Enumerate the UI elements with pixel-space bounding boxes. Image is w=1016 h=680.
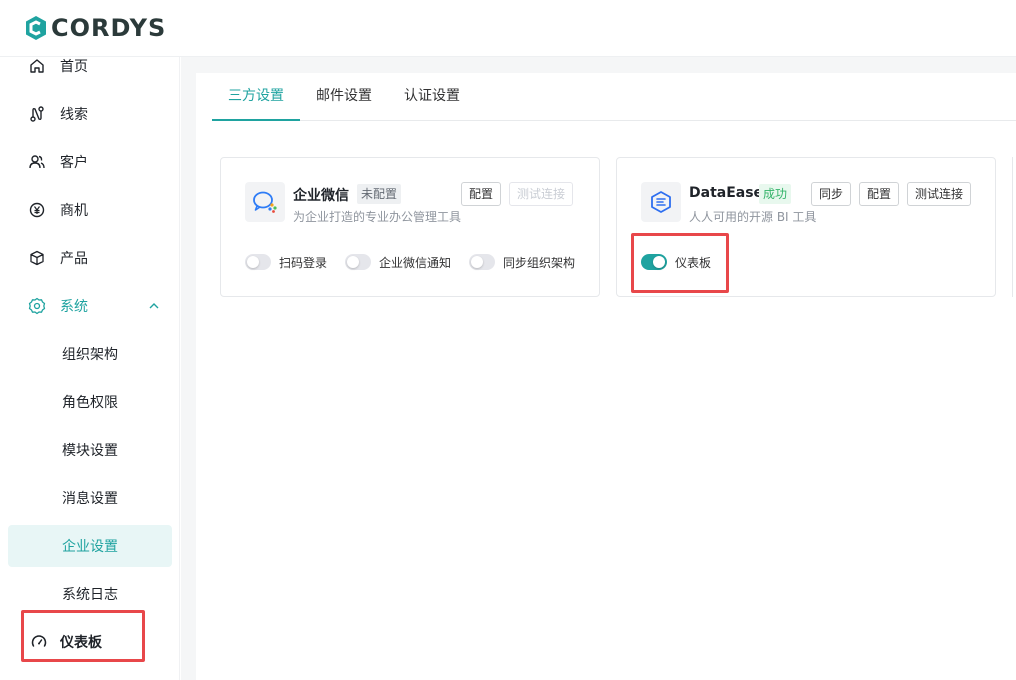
gear-icon — [28, 297, 46, 315]
configure-button[interactable]: 配置 — [461, 182, 502, 206]
status-badge: 成功 — [759, 184, 792, 204]
switch-knob — [471, 256, 483, 268]
gauge-icon — [30, 633, 48, 651]
switch-label: 扫码登录 — [279, 256, 328, 270]
chevron-up-icon[interactable] — [148, 300, 160, 312]
logo[interactable]: CORDYS — [24, 14, 166, 42]
qr-login-switch[interactable] — [245, 254, 271, 270]
sidebar-item-enterprise-settings[interactable]: 企业设置 — [8, 525, 172, 567]
wecom-notify-switch[interactable] — [345, 254, 371, 270]
tab-auth[interactable]: 认证设置 — [404, 73, 460, 121]
configure-button[interactable]: 配置 — [859, 182, 900, 206]
sidebar-item-label: 角色权限 — [62, 395, 118, 411]
yen-icon — [28, 201, 46, 219]
sidebar-item-label: 系统 — [60, 299, 88, 315]
sidebar-item-role-permissions[interactable]: 角色权限 — [8, 382, 172, 422]
wecom-icon — [245, 182, 285, 222]
status-badge: 未配置 — [357, 184, 402, 204]
switch-knob — [347, 256, 359, 268]
sync-button[interactable]: 同步 — [811, 182, 852, 206]
users-icon — [28, 153, 46, 171]
sidebar-item-label: 消息设置 — [62, 491, 118, 507]
card-description: 为企业打造的专业办公管理工具 — [293, 210, 462, 224]
sidebar-item-label: 线索 — [60, 107, 88, 123]
settings-tabs: 三方设置 邮件设置 认证设置 — [212, 73, 1016, 121]
sidebar-item-label: 组织架构 — [62, 347, 118, 363]
test-connection-button[interactable]: 测试连接 — [509, 182, 574, 206]
integration-card-edge — [1012, 157, 1016, 297]
sidebar-item-customers[interactable]: 客户 — [8, 142, 172, 182]
switch-label: 企业微信通知 — [379, 256, 452, 270]
cordys-logo-icon — [26, 16, 46, 40]
sidebar-item-dashboard[interactable]: 仪表板 — [8, 622, 172, 662]
sidebar-item-label: 产品 — [60, 251, 88, 267]
sidebar-item-module-settings[interactable]: 模块设置 — [8, 430, 172, 470]
test-connection-button[interactable]: 测试连接 — [907, 182, 972, 206]
sidebar-item-label: 客户 — [60, 155, 88, 171]
tab-email[interactable]: 邮件设置 — [316, 73, 372, 121]
card-title: DataEase — [689, 185, 764, 201]
sidebar-item-message-settings[interactable]: 消息设置 — [8, 478, 172, 518]
brand-name: CORDYS — [51, 14, 167, 42]
sidebar-item-org-structure[interactable]: 组织架构 — [8, 334, 172, 374]
sidebar-item-label: 仪表板 — [60, 635, 102, 651]
sidebar-item-products[interactable]: 产品 — [8, 238, 172, 278]
switch-label: 仪表板 — [675, 256, 712, 270]
card-description: 人人可用的开源 BI 工具 — [689, 210, 817, 224]
dashboard-switch[interactable] — [641, 254, 667, 270]
sidebar-item-opportunities[interactable]: 商机 — [8, 190, 172, 230]
integration-card-wecom: 企业微信 未配置 为企业打造的专业办公管理工具 配置 测试连接 扫码登录 企业微… — [220, 157, 600, 297]
box-icon — [28, 249, 46, 267]
sidebar-item-label: 企业设置 — [62, 539, 118, 555]
sync-org-switch[interactable] — [469, 254, 495, 270]
sidebar-item-home[interactable]: 首页 — [8, 46, 172, 86]
tab-third-party[interactable]: 三方设置 — [212, 73, 300, 121]
sidebar-item-leads[interactable]: 线索 — [8, 94, 172, 134]
sidebar-item-system[interactable]: 系统 — [8, 286, 172, 326]
sidebar-item-label: 模块设置 — [62, 443, 118, 459]
sidebar-item-label: 商机 — [60, 203, 88, 219]
switch-knob — [247, 256, 259, 268]
integration-card-dataease: DataEase 成功 人人可用的开源 BI 工具 同步 配置 测试连接 仪表板 — [616, 157, 996, 297]
sidebar-item-label: 首页 — [60, 59, 88, 75]
dataease-icon — [641, 182, 681, 222]
switch-label: 同步组织架构 — [503, 256, 576, 270]
card-title: 企业微信 — [293, 188, 349, 204]
home-icon — [28, 57, 46, 75]
sidebar-item-system-log[interactable]: 系统日志 — [8, 574, 172, 614]
switch-knob — [653, 256, 665, 268]
route-icon — [28, 105, 46, 123]
sidebar-item-label: 系统日志 — [62, 587, 118, 603]
